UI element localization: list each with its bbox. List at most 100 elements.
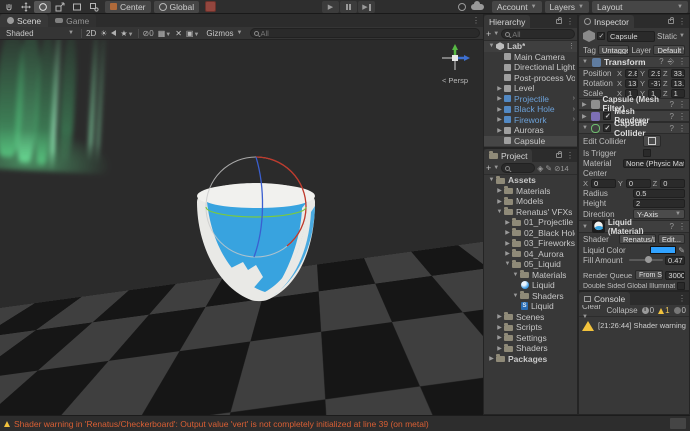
step-button[interactable]: ▶ [358, 1, 375, 13]
foldout-icon[interactable]: ▼ [511, 293, 520, 299]
lock-icon[interactable] [556, 17, 562, 24]
rotation-z-field[interactable]: 13.915 [670, 78, 686, 88]
foldout-icon[interactable]: ▶ [495, 127, 504, 134]
foldout-icon[interactable]: ▶ [582, 101, 588, 108]
liquid-color-swatch[interactable] [650, 246, 677, 254]
foldout-icon[interactable]: ▶ [503, 229, 512, 236]
tab-hierarchy[interactable]: Hierarchy [484, 15, 531, 28]
scene-lighting-toggle[interactable]: ☀ [100, 29, 107, 38]
tab-scene[interactable]: Scene [0, 14, 49, 27]
scene-audio-toggle[interactable] [111, 30, 117, 36]
play-button[interactable]: ▶ [322, 1, 339, 13]
shading-mode-dropdown[interactable]: Shaded ▼ [3, 29, 77, 38]
pivot-global-button[interactable]: Global [153, 0, 200, 13]
hierarchy-search-input[interactable]: All [501, 29, 575, 39]
rotate-tool-button[interactable] [34, 0, 51, 13]
position-z-field[interactable]: 33.117 [670, 68, 686, 78]
active-checkbox[interactable] [597, 32, 605, 40]
scale-tool-button[interactable] [51, 1, 68, 13]
foldout-icon[interactable]: ▶ [495, 85, 504, 92]
create-asset-button[interactable]: + [486, 163, 491, 173]
project-item[interactable]: ▶ 01_Projectile [484, 217, 577, 228]
help-icon[interactable]: ? [670, 222, 674, 231]
rotation-x-field[interactable]: 13.477 [625, 78, 639, 88]
hierarchy-item[interactable]: ▶ Auroras [484, 125, 577, 136]
capsule-collider-header[interactable]: ▼ Capsule Collider ?⋮ [579, 118, 689, 138]
static-label[interactable]: Static [657, 32, 677, 41]
layout-dropdown[interactable]: Layout ▼ [592, 1, 688, 13]
custom-editor-tool-icon[interactable] [205, 1, 217, 12]
console-entry[interactable]: [21:26:44] Shader warning in 'Renatus/Ch [579, 317, 689, 335]
scene-tools-icon[interactable]: ✕ [175, 29, 182, 38]
layer-dropdown[interactable]: Default▼ [653, 45, 686, 55]
status-bar[interactable]: Shader warning in 'Renatus/Checkerboard'… [0, 415, 690, 431]
chevron-down-icon[interactable]: ▼ [679, 33, 685, 39]
foldout-icon[interactable]: ▼ [487, 177, 496, 183]
dsgi-checkbox[interactable] [677, 282, 685, 290]
prefab-open-icon[interactable]: › [573, 116, 575, 123]
tab-console[interactable]: Console [579, 292, 631, 305]
project-item[interactable]: ▼ Assets [484, 175, 577, 186]
render-queue-dropdown[interactable]: From Shader▼ [635, 270, 664, 280]
lock-icon[interactable] [556, 151, 562, 158]
project-item[interactable]: ▶ Settings [484, 333, 577, 344]
capsule-object[interactable] [175, 150, 345, 318]
gizmos-dropdown[interactable]: Gizmos ▼ [203, 29, 245, 38]
position-x-field[interactable]: 2.8 [625, 68, 639, 78]
foldout-icon[interactable]: ▼ [503, 261, 512, 267]
foldout-icon[interactable]: ▶ [495, 313, 504, 320]
foldout-icon[interactable]: ▶ [495, 187, 504, 194]
hidden-packages-count[interactable]: ⊘14 [554, 164, 569, 173]
rect-tool-button[interactable] [68, 1, 85, 13]
radius-field[interactable]: 0.5 [633, 188, 685, 198]
project-item[interactable]: ▼ Renatus' VFXs [484, 207, 577, 218]
progress-icon[interactable] [457, 3, 466, 11]
eyedropper-icon[interactable]: ✎ [678, 246, 685, 255]
pane-menu-icon[interactable]: ⋮ [566, 151, 574, 160]
grid-visibility-dropdown[interactable]: ▦▼ [158, 29, 172, 38]
tag-dropdown[interactable]: Untagged▼ [597, 45, 630, 55]
project-item[interactable]: ▶ 02_Black Hole [484, 228, 577, 239]
is-trigger-checkbox[interactable] [643, 149, 651, 157]
project-item[interactable]: ▶ Scenes [484, 312, 577, 323]
foldout-icon[interactable]: ▼ [487, 43, 496, 49]
hierarchy-item[interactable]: Directional Light [484, 62, 577, 73]
fill-amount-field[interactable]: 0.47 [665, 255, 685, 265]
center-x-field[interactable]: 0 [591, 178, 616, 188]
help-icon[interactable]: ? [670, 112, 674, 121]
more-icon[interactable]: ⋮ [678, 100, 686, 109]
orientation-gizmo[interactable]: < Persp [433, 42, 477, 86]
create-object-button[interactable]: + [486, 29, 491, 39]
warning-count[interactable]: 1 [658, 306, 670, 315]
tab-inspector[interactable]: Inspector [579, 15, 634, 28]
project-item-material[interactable]: Liquid [484, 280, 577, 291]
project-item[interactable]: ▶ Shaders [484, 343, 577, 354]
project-item-shader[interactable]: S Liquid [484, 301, 577, 312]
pane-menu-icon[interactable]: ⋮ [566, 17, 574, 26]
foldout-icon[interactable]: ▶ [495, 198, 504, 205]
foldout-icon[interactable]: ▶ [503, 219, 512, 226]
project-item[interactable]: ▶ Materials [484, 186, 577, 197]
prefab-open-icon[interactable]: › [573, 95, 575, 102]
center-y-field[interactable]: 0 [625, 178, 651, 188]
transform-tool-button[interactable] [85, 1, 102, 13]
cloud-icon[interactable] [470, 1, 484, 10]
hierarchy-item-scene[interactable]: ▼ Lab* ⋮ [484, 41, 577, 52]
foldout-icon[interactable]: ▶ [495, 345, 504, 352]
fill-amount-slider[interactable] [629, 256, 663, 263]
search-by-label-icon[interactable]: ✎ [545, 164, 552, 173]
search-by-type-icon[interactable]: ◈ [537, 164, 543, 173]
foldout-icon[interactable]: ▶ [495, 334, 504, 341]
slider-thumb[interactable] [644, 256, 652, 263]
tab-game[interactable]: Game [48, 14, 97, 27]
pane-menu-icon[interactable]: ⋮ [678, 17, 686, 26]
project-item[interactable]: ▶ Packages [484, 354, 577, 365]
more-icon[interactable]: ⋮ [678, 57, 686, 67]
tab-project[interactable]: Project [484, 149, 533, 162]
shader-edit-button[interactable]: Edit... [657, 234, 685, 244]
error-count[interactable]: 0 [673, 306, 686, 315]
foldout-icon[interactable]: ▶ [495, 106, 504, 113]
move-tool-button[interactable] [17, 1, 34, 13]
material-header[interactable]: ▼ Liquid (Material) ? ⋮ [579, 218, 689, 236]
help-icon[interactable]: ? [670, 124, 674, 133]
